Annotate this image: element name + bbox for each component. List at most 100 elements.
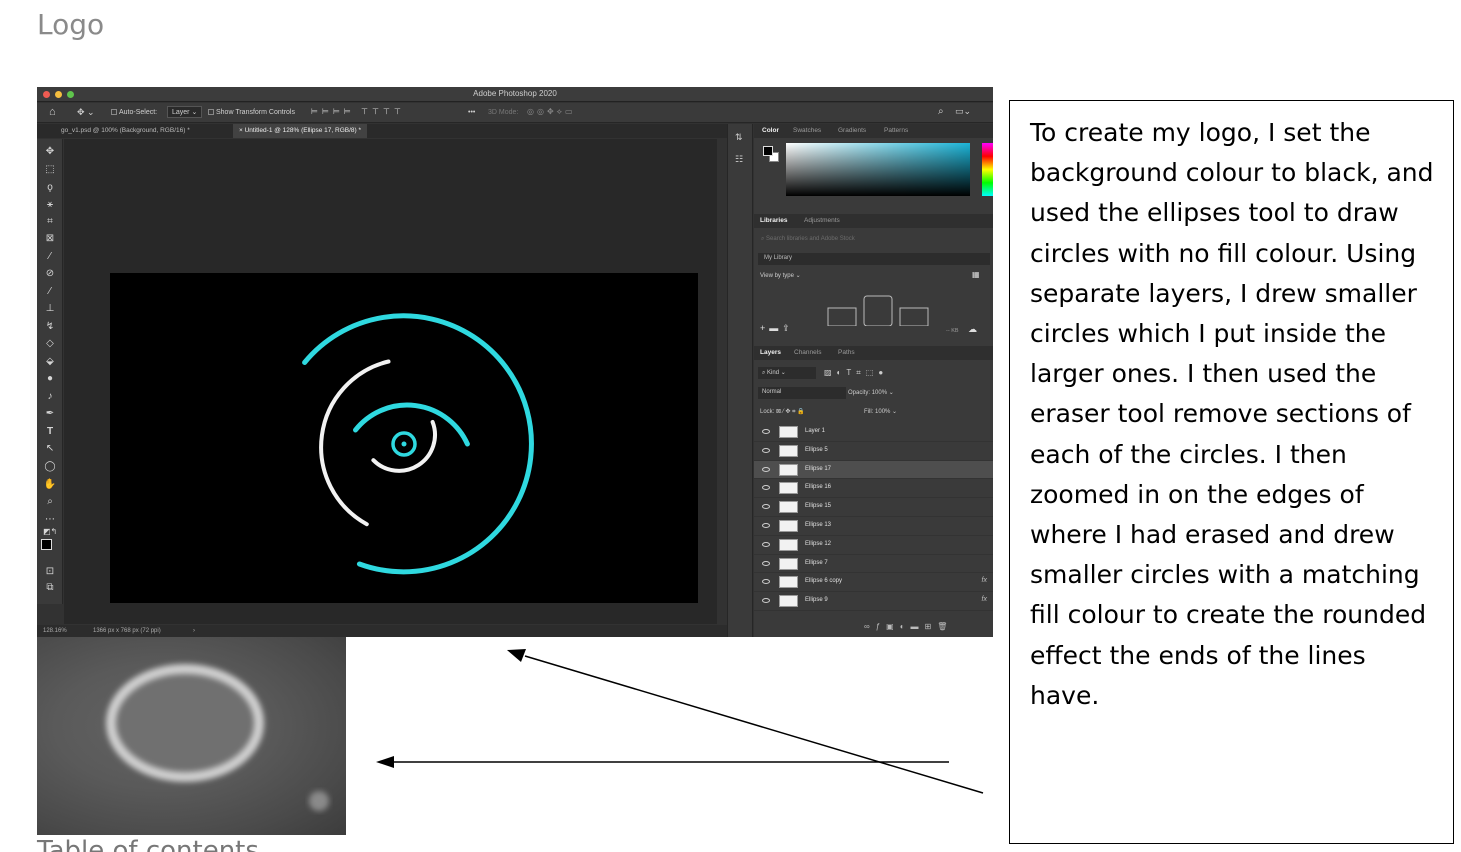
- layer-row[interactable]: Ellipse 6 copy fx: [754, 573, 993, 593]
- layer-row[interactable]: Ellipse 15: [754, 498, 993, 517]
- brush-tool-icon[interactable]: ⁄: [43, 285, 57, 298]
- stamp-tool-icon[interactable]: ⊥: [43, 302, 57, 315]
- align-icons[interactable]: ⊨⊨⊨⊨ ⊤⊤⊤⊤: [311, 107, 405, 116]
- auto-select-dropdown[interactable]: Layer ⌄: [167, 106, 203, 118]
- library-size-label: -- KB: [946, 328, 959, 334]
- eye-icon[interactable]: [762, 429, 770, 434]
- search-icon[interactable]: ⌕: [938, 106, 944, 117]
- tab-layers[interactable]: Layers: [760, 349, 781, 356]
- screen-mode-icon[interactable]: ⧉: [43, 581, 57, 594]
- fill-value[interactable]: 100%: [875, 409, 890, 415]
- opacity-control[interactable]: Opacity: 100% ⌄: [848, 389, 894, 396]
- fill-control[interactable]: Fill: 100% ⌄: [864, 408, 897, 415]
- layer-row[interactable]: Ellipse 9 fx: [754, 592, 993, 611]
- quick-mask-icon[interactable]: ⊡: [43, 565, 57, 578]
- auto-select-checkbox[interactable]: Auto-Select:: [111, 109, 157, 116]
- hand-tool-icon[interactable]: ✋: [43, 478, 57, 491]
- cloud-icon[interactable]: ☁: [968, 324, 977, 335]
- grid-view-icon[interactable]: ▦: [972, 270, 980, 279]
- lock-controls[interactable]: Lock: ⊠ ⁄ ✥ ⌗ 🔒: [760, 408, 805, 416]
- layer-row[interactable]: Ellipse 16: [754, 479, 993, 499]
- tab-document-1[interactable]: go_v1.psd @ 100% (Background, RGB/16) *: [55, 124, 196, 138]
- layer-filter-kind[interactable]: ⌕ Kind ⌄: [758, 367, 816, 379]
- path-selection-tool-icon[interactable]: ↖: [43, 442, 57, 455]
- filter-kind-label: Kind: [767, 370, 780, 376]
- tab-libraries[interactable]: Libraries: [760, 217, 787, 224]
- library-search-input[interactable]: ⌕ Search libraries and Adobe Stock: [758, 234, 990, 246]
- eye-icon[interactable]: [762, 541, 770, 547]
- home-icon[interactable]: ⌂: [49, 106, 56, 118]
- canvas-area[interactable]: [64, 139, 717, 624]
- type-tool-icon[interactable]: T: [43, 425, 57, 438]
- layer-row[interactable]: Ellipse 5: [754, 442, 993, 461]
- fx-icon[interactable]: fx: [982, 596, 987, 603]
- blend-mode-select[interactable]: Normal: [758, 387, 846, 399]
- library-select[interactable]: My Library: [758, 253, 990, 265]
- layer-row[interactable]: Ellipse 7: [754, 555, 993, 574]
- layer-name: Ellipse 13: [805, 522, 832, 528]
- tab-swatches[interactable]: Swatches: [793, 127, 821, 134]
- eye-icon[interactable]: [762, 523, 770, 528]
- tab-color[interactable]: Color: [762, 127, 779, 134]
- dodge-tool-icon[interactable]: ♪: [43, 390, 57, 403]
- ellipse-tool-icon[interactable]: ◯: [43, 460, 57, 473]
- marquee-tool-icon[interactable]: ⬚: [43, 163, 57, 176]
- workspace-icon[interactable]: ▭⌄: [955, 106, 971, 117]
- document-info[interactable]: 1366 px x 768 px (72 ppi): [93, 628, 161, 634]
- history-brush-tool-icon[interactable]: ↯: [43, 320, 57, 333]
- crop-tool-icon[interactable]: ⌗: [43, 215, 57, 228]
- tab-paths[interactable]: Paths: [838, 349, 855, 356]
- 3d-mode-icons[interactable]: ◎◎✥⟡▭: [527, 107, 576, 117]
- eye-icon[interactable]: [762, 598, 770, 604]
- eye-icon[interactable]: [762, 466, 770, 472]
- chevron-right-icon[interactable]: ›: [193, 628, 195, 634]
- frame-tool-icon[interactable]: ⊠: [43, 232, 57, 245]
- show-transform-checkbox[interactable]: Show Transform Controls: [208, 109, 295, 116]
- show-transform-label: Show Transform Controls: [216, 109, 295, 116]
- eyedropper-tool-icon[interactable]: ⁄: [43, 250, 57, 263]
- fx-icon[interactable]: fx: [982, 577, 987, 584]
- eye-icon[interactable]: [762, 485, 770, 491]
- tab-adjustments[interactable]: Adjustments: [804, 217, 840, 224]
- blur-tool-icon[interactable]: ●: [43, 372, 57, 385]
- eye-icon[interactable]: [762, 447, 770, 453]
- zoom-tool-icon[interactable]: ⌕: [43, 495, 57, 508]
- fg-color-swatch[interactable]: [763, 146, 773, 156]
- layer-row[interactable]: Layer 1: [754, 423, 993, 442]
- tab-patterns[interactable]: Patterns: [884, 127, 908, 134]
- more-options-button[interactable]: •••: [468, 109, 475, 116]
- foreground-color-swatch[interactable]: [41, 539, 52, 550]
- layers-footer-icons[interactable]: ∞ƒ▣◐▬⊞🗑: [864, 622, 953, 631]
- eraser-tool-icon[interactable]: ◇: [43, 337, 57, 350]
- properties-icon[interactable]: ☷: [735, 154, 743, 165]
- layer-filter-icons[interactable]: ▨◐T⌗⬚●: [824, 368, 888, 378]
- layer-thumbnail: [779, 557, 798, 570]
- pen-tool-icon[interactable]: ✒: [43, 407, 57, 420]
- checkbox-icon: [208, 109, 214, 115]
- move-tool-icon[interactable]: ✥: [43, 145, 57, 158]
- layer-row[interactable]: Ellipse 12: [754, 536, 993, 555]
- tab-document-2[interactable]: × Untitled-1 @ 128% (Ellipse 17, RGB/8) …: [233, 124, 368, 138]
- hue-slider[interactable]: [982, 143, 993, 196]
- default-colors-icon[interactable]: ◩↰: [43, 525, 57, 538]
- eye-icon[interactable]: [762, 560, 770, 566]
- lasso-tool-icon[interactable]: ϙ: [43, 181, 57, 194]
- eye-icon[interactable]: [762, 579, 770, 585]
- tab-channels[interactable]: Channels: [794, 349, 821, 356]
- move-tool-icon[interactable]: ✥ ⌄: [77, 107, 95, 118]
- tab-gradients[interactable]: Gradients: [838, 127, 866, 134]
- view-by-label: View by type: [760, 273, 794, 279]
- view-by-type-dropdown[interactable]: View by type ⌄: [760, 272, 801, 279]
- add-library-icons[interactable]: +▬⇪: [760, 323, 794, 334]
- layer-thumbnail: [779, 482, 798, 495]
- color-picker-field[interactable]: [786, 143, 970, 196]
- eye-icon[interactable]: [762, 504, 770, 510]
- opacity-value[interactable]: 100%: [872, 390, 887, 396]
- paint-bucket-tool-icon[interactable]: ⬙: [43, 355, 57, 368]
- layer-row[interactable]: Ellipse 17: [754, 460, 993, 480]
- magic-wand-tool-icon[interactable]: ⚹: [43, 198, 57, 211]
- layer-row[interactable]: Ellipse 13: [754, 517, 993, 536]
- zoom-level[interactable]: 128.16%: [43, 628, 67, 634]
- healing-brush-tool-icon[interactable]: ⊘: [43, 267, 57, 280]
- history-icon[interactable]: ⇅: [735, 132, 743, 143]
